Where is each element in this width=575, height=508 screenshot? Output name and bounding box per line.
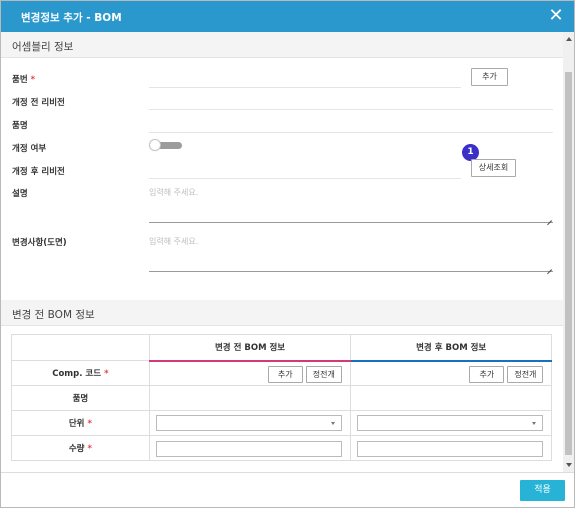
part-no-label: 품번 * (12, 75, 36, 85)
table-header-row: 변경 전 BOM 정보 변경 후 BOM 정보 (11, 334, 552, 362)
chevron-down-icon (330, 422, 335, 425)
required-mark: * (30, 75, 36, 85)
col-after-header: 변경 후 BOM 정보 (350, 334, 552, 362)
assembly-section-header: 어셈블리 정보 (1, 32, 563, 58)
detail-view-button[interactable]: 상세조회 (471, 159, 516, 177)
scrollbar-thumb[interactable] (565, 72, 572, 455)
table-row: 단위 * (11, 410, 552, 436)
dialog-content: 어셈블리 정보 품번 * 추가 개정 전 리비전 품명 개정 여부 개정 후 리비… (1, 32, 563, 472)
scroll-down-icon[interactable] (566, 463, 572, 467)
changes-label: 변경사항(도면) (12, 238, 67, 248)
comp-code-label: Comp. 코드 * (11, 360, 150, 386)
add-part-button[interactable]: 추가 (471, 68, 508, 86)
rev-after-field (149, 178, 461, 179)
table-corner (11, 334, 150, 361)
assembly-section-title: 어셈블리 정보 (12, 41, 74, 53)
unit-before-cell (148, 410, 352, 436)
comp-code-after-cell: 추가 정전개 (350, 360, 552, 386)
unit-label: 단위 * (11, 410, 150, 436)
resize-grip-icon[interactable] (546, 215, 552, 221)
table-row: 품명 (11, 385, 552, 411)
rev-before-field (149, 109, 553, 110)
part-name-after-cell (350, 385, 552, 411)
part-name-before-cell (148, 385, 352, 411)
change-info-dialog: 변경정보 추가 - BOM ✕ 어셈블리 정보 품번 * 추가 개정 전 리비전 … (0, 0, 575, 508)
bom-section-header: 변경 전 BOM 정보 (1, 300, 563, 326)
bom-section-title: 변경 전 BOM 정보 (12, 309, 95, 321)
table-row: 수량 * (11, 435, 552, 461)
vertical-scrollbar[interactable] (563, 32, 574, 472)
col-before-header: 변경 전 BOM 정보 (148, 334, 352, 362)
scroll-up-icon[interactable] (566, 37, 572, 41)
expand-comp-after-button[interactable]: 정전개 (507, 365, 544, 383)
qty-after-input[interactable] (357, 441, 544, 457)
table-row: Comp. 코드 * 추가 정전개 추가 정전개 (11, 360, 552, 386)
unit-after-cell (350, 410, 552, 436)
changes-textarea[interactable]: 입력해 주세요. (149, 234, 553, 272)
rev-after-label: 개정 후 리비전 (12, 167, 65, 177)
qty-before-input[interactable] (155, 441, 342, 457)
qty-before-cell (148, 435, 352, 461)
revise-toggle[interactable] (149, 139, 182, 151)
add-comp-before-button[interactable]: 추가 (267, 365, 303, 383)
changes-placeholder: 입력해 주세요. (149, 237, 199, 246)
description-placeholder: 입력해 주세요. (149, 188, 199, 197)
part-name-row-label: 품명 (11, 385, 150, 411)
add-comp-after-button[interactable]: 추가 (469, 365, 505, 383)
expand-comp-before-button[interactable]: 정전개 (305, 365, 342, 383)
close-icon[interactable]: ✕ (547, 6, 565, 26)
bom-table: 변경 전 BOM 정보 변경 후 BOM 정보 Comp. 코드 * 추가 정전개… (11, 334, 552, 461)
resize-grip-icon[interactable] (546, 264, 552, 270)
dialog-titlebar: 변경정보 추가 - BOM ✕ (1, 1, 574, 32)
qty-after-cell (350, 435, 552, 461)
description-textarea[interactable]: 입력해 주세요. (149, 185, 553, 223)
revise-label: 개정 여부 (12, 144, 47, 154)
part-name-label: 품명 (12, 121, 28, 131)
unit-before-select[interactable] (155, 415, 342, 431)
apply-button[interactable]: 적용 (520, 480, 565, 501)
rev-before-label: 개정 전 리비전 (12, 98, 65, 108)
description-label: 설명 (12, 189, 28, 199)
comp-code-before-cell: 추가 정전개 (148, 360, 352, 386)
qty-label: 수량 * (11, 435, 150, 461)
part-name-field (149, 132, 553, 133)
part-no-field[interactable] (149, 87, 461, 88)
toggle-knob (149, 139, 161, 151)
chevron-down-icon (532, 422, 537, 425)
dialog-footer: 적용 (1, 472, 574, 507)
unit-after-select[interactable] (357, 415, 544, 431)
dialog-title: 변경정보 추가 - BOM (21, 12, 122, 24)
